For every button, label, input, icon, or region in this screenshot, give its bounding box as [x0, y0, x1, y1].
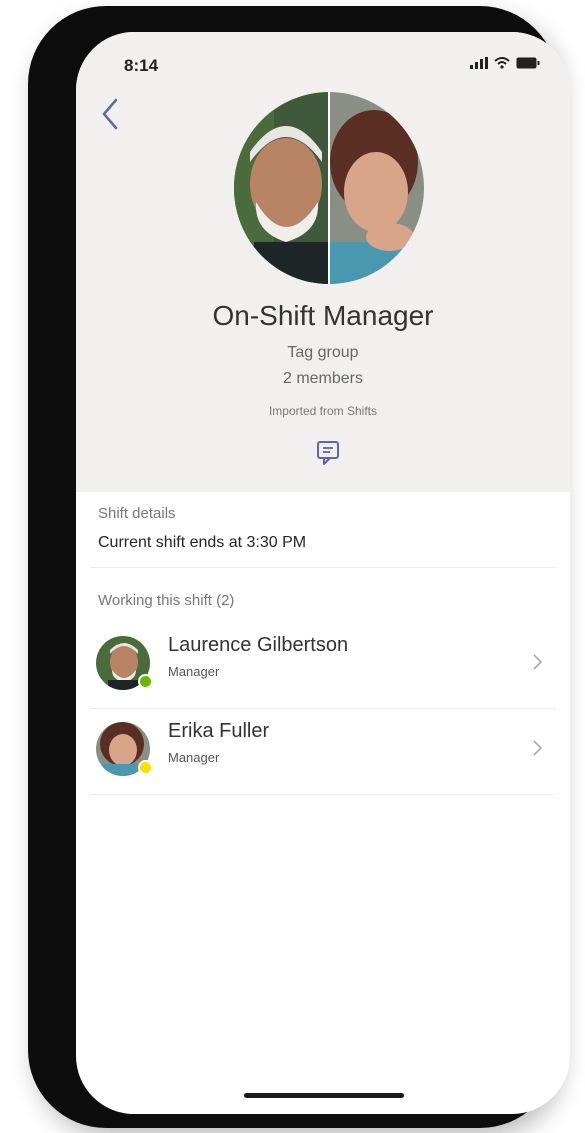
avatar-laurence-photo	[234, 92, 328, 284]
phone-frame: 8:14 On-Shift Manager Tag group 2 member…	[28, 6, 570, 1128]
back-arrow-icon[interactable]	[96, 94, 126, 134]
divider	[90, 794, 556, 795]
member-name: Erika Fuller	[168, 720, 270, 742]
app-screen: 8:14 On-Shift Manager Tag group 2 member…	[76, 32, 570, 1114]
member-role: Manager	[168, 750, 220, 765]
home-indicator[interactable]	[244, 1093, 404, 1098]
battery-icon	[516, 57, 540, 69]
wifi-icon	[494, 57, 510, 69]
shift-details-label: Shift details	[98, 505, 176, 522]
chevron-right-icon	[533, 740, 543, 756]
chevron-right-icon	[533, 654, 543, 670]
status-time: 8:14	[124, 56, 159, 75]
group-avatar	[234, 92, 424, 284]
member-row-laurence[interactable]: Laurence Gilbertson Manager	[76, 624, 570, 708]
member-name: Laurence Gilbertson	[168, 634, 349, 656]
signal-icon	[470, 57, 488, 69]
group-name: On-Shift Manager	[212, 300, 434, 331]
chat-icon[interactable]	[314, 438, 344, 468]
presence-away-icon	[138, 760, 153, 775]
presence-available-icon	[138, 674, 153, 689]
group-type: Tag group	[287, 344, 359, 361]
divider	[90, 567, 556, 568]
working-shift-label: Working this shift (2)	[98, 592, 235, 609]
avatar-erika-photo	[330, 92, 424, 284]
divider	[90, 708, 556, 709]
group-header: 8:14 On-Shift Manager Tag group 2 member…	[76, 32, 570, 492]
group-member-count: 2 members	[282, 370, 364, 387]
member-role: Manager	[168, 664, 220, 679]
shift-end-text: Current shift ends at 3:30 PM	[98, 534, 307, 551]
member-row-erika[interactable]: Erika Fuller Manager	[76, 710, 570, 794]
group-source: Imported from Shifts	[268, 404, 378, 418]
status-icons	[470, 57, 540, 69]
